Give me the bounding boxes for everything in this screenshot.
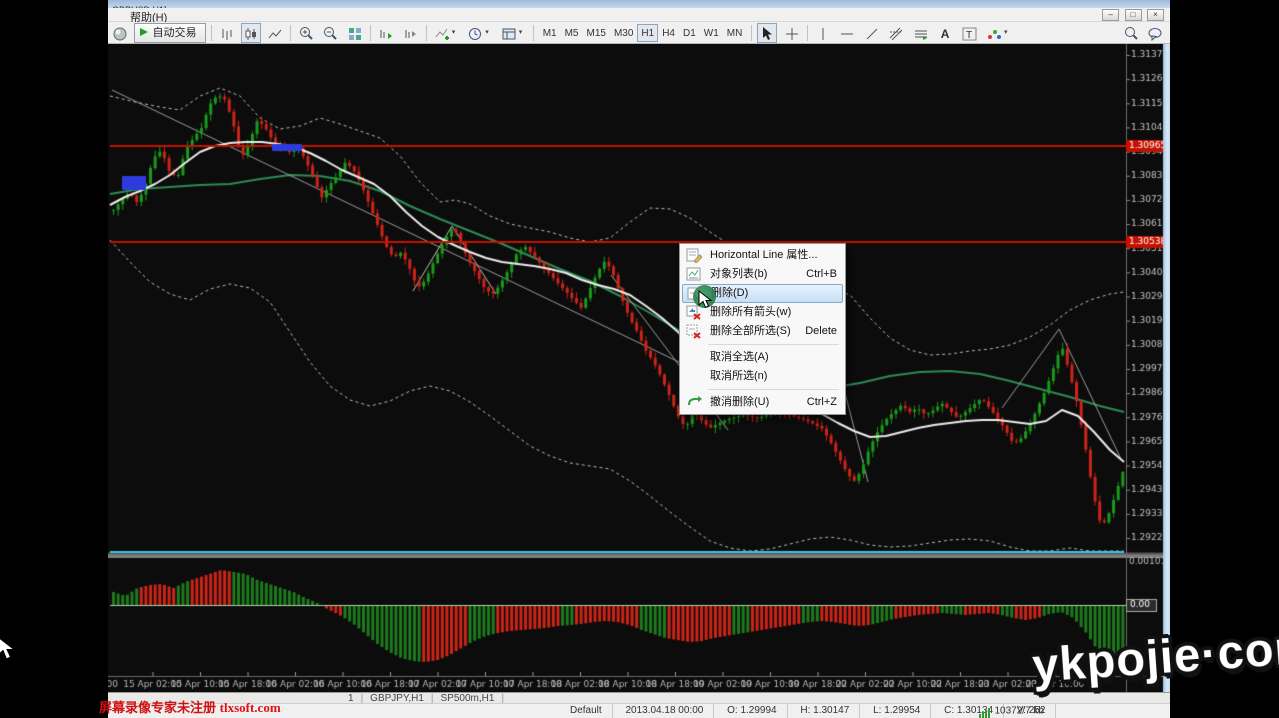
status-profile: Default (560, 704, 613, 718)
periods-icon[interactable] (465, 23, 485, 43)
chart-canvas[interactable] (108, 44, 1170, 692)
timeframe-mn[interactable]: MN (723, 24, 747, 42)
trendline-tool-icon[interactable] (862, 23, 882, 43)
timeframe-d1[interactable]: D1 (679, 24, 700, 42)
auto-scroll-icon[interactable] (376, 23, 396, 43)
context-menu-item[interactable]: 取消全选(A) (682, 348, 843, 367)
text-tool-icon[interactable]: A (935, 23, 955, 43)
context-menu-item[interactable]: Horizontal Line 属性... (682, 246, 843, 265)
zoom-in-icon[interactable] (296, 23, 316, 43)
status-low: L: 1.29954 (863, 704, 931, 718)
delete-selected-icon (686, 324, 702, 339)
timeframe-group: M1M5M15M30H1H4D1W1MN (537, 22, 749, 44)
templates-caret-icon[interactable]: ▾ (519, 23, 528, 43)
status-bar-time: 2013.04.18 00:00 (615, 704, 714, 718)
periods-caret-icon[interactable]: ▾ (485, 23, 494, 43)
mt4-window: GBPUSD,H1] 帮助(H) – □ × 自动交易 (108, 0, 1170, 718)
menu-bar: 帮助(H) – □ × (108, 8, 1170, 22)
context-menu-item[interactable]: 取消所选(n) (682, 367, 843, 386)
new-order-icon[interactable] (110, 23, 130, 43)
timeframe-m5[interactable]: M5 (561, 24, 583, 42)
properties-icon (686, 248, 702, 263)
arrows-tool-icon[interactable] (984, 23, 1004, 43)
zoom-out-icon[interactable] (321, 23, 341, 43)
timeframe-m1[interactable]: M1 (539, 24, 561, 42)
fibonacci-tool-icon[interactable] (886, 23, 906, 43)
status-connection: 10372/7 kb (969, 704, 1055, 718)
candlestick-chart-icon[interactable] (241, 23, 261, 43)
restore-button[interactable]: □ (1125, 9, 1142, 21)
chart-shift-icon[interactable] (401, 23, 421, 43)
context-menu: Horizontal Line 属性...对象列表(b)Ctrl+B删除(D)删… (679, 243, 846, 415)
crosshair-tool-icon[interactable] (782, 23, 802, 43)
bar-chart-icon[interactable] (217, 23, 237, 43)
timeframe-w1[interactable]: W1 (700, 24, 723, 42)
secondary-cursor-icon (0, 636, 17, 662)
close-button[interactable]: × (1147, 9, 1164, 21)
minimize-button[interactable]: – (1102, 9, 1119, 21)
text-label-tool-icon[interactable]: T (960, 23, 980, 43)
tile-windows-icon[interactable] (345, 23, 365, 43)
timeframe-h1[interactable]: H1 (637, 24, 658, 42)
toolbar: 自动交易 ▾ ▾ ▾ M1M5M15M30H1H4D1W1MN (108, 22, 1170, 44)
undo-icon (686, 395, 702, 410)
chat-icon[interactable] (1146, 23, 1166, 43)
status-high: H: 1.30147 (790, 704, 860, 718)
timeframe-m15[interactable]: M15 (583, 24, 610, 42)
recorder-watermark: 屏幕录像专家未注册 tlxsoft.com (99, 697, 281, 716)
horizontal-line-tool-icon[interactable] (837, 23, 857, 43)
status-open: O: 1.29994 (717, 704, 787, 718)
svg-text:T: T (966, 30, 972, 41)
screen: GBPUSD,H1] 帮助(H) – □ × 自动交易 (0, 0, 1279, 718)
context-menu-item[interactable]: 撤消删除(U)Ctrl+Z (682, 393, 843, 412)
search-icon[interactable] (1122, 23, 1142, 43)
line-chart-icon[interactable] (265, 23, 285, 43)
indicators-icon[interactable] (432, 23, 452, 43)
connection-bars-icon (979, 704, 991, 718)
context-menu-separator (708, 344, 839, 345)
context-menu-item[interactable]: 对象列表(b)Ctrl+B (682, 265, 843, 284)
vertical-line-tool-icon[interactable] (813, 23, 833, 43)
arrows-caret-icon[interactable]: ▾ (1004, 23, 1013, 43)
channels-tool-icon[interactable] (911, 23, 931, 43)
indicators-caret-icon[interactable]: ▾ (452, 23, 461, 43)
autotrading-button[interactable]: 自动交易 (134, 23, 205, 43)
cursor-tool-icon[interactable] (757, 23, 777, 43)
timeframe-h4[interactable]: H4 (658, 24, 679, 42)
timeframe-m30[interactable]: M30 (610, 24, 637, 42)
templates-icon[interactable] (499, 23, 519, 43)
context-menu-separator (708, 389, 839, 390)
objects-list-icon (686, 267, 702, 282)
context-menu-item[interactable]: 删除全部所选(S)Delete (682, 322, 843, 341)
title-bar: GBPUSD,H1] (108, 0, 1170, 8)
mouse-cursor-icon (698, 290, 714, 310)
